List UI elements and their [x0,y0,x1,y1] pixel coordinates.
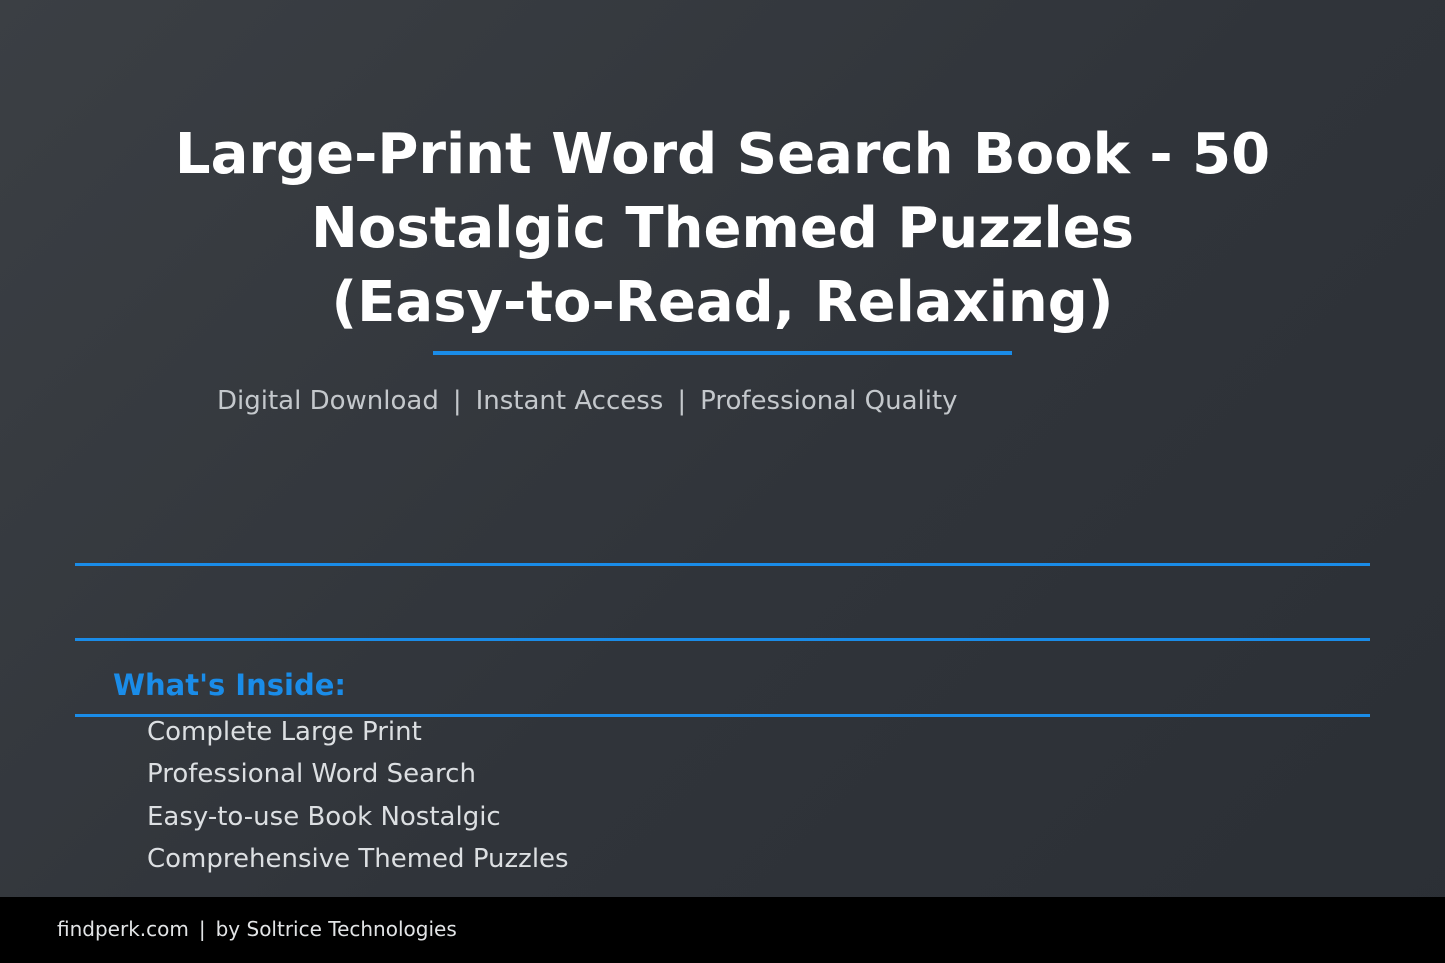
divider-line-top [75,563,1370,566]
tagline-separator: | [677,386,687,416]
tagline-separator: | [452,386,462,416]
feature-list-item: Easy-to-use Book Nostalgic [147,801,501,832]
feature-list-item: Comprehensive Themed Puzzles [147,843,569,874]
tagline-digital-download: Digital Download [217,386,439,416]
footer-site-name: findperk.com [57,917,189,941]
page-title-line-2: Nostalgic Themed Puzzles [311,196,1134,261]
footer-separator: | [198,917,206,941]
footer-credit: by Soltrice Technologies [215,917,457,941]
tagline-instant-access: Instant Access [475,386,664,416]
divider-line-middle [75,638,1370,641]
page-title-line-1: Large-Print Word Search Book - 50 [174,122,1271,187]
footer-text: findperk.com | by Soltrice Technologies [57,915,457,943]
title-underline [433,351,1012,355]
whats-inside-heading: What's Inside: [113,668,346,702]
page-title: Large-Print Word Search Book - 50 Nostal… [0,118,1445,340]
feature-list-item: Professional Word Search [147,759,476,790]
tagline-professional-quality: Professional Quality [700,386,958,416]
feature-list: Complete Large Print Professional Word S… [147,711,569,880]
subtitle-tagline: Digital Download | Instant Access | Professi… [217,383,958,419]
feature-list-item: Complete Large Print [147,717,422,747]
footer-bar: findperk.com | by Soltrice Technologies [0,897,1445,963]
page-title-line-3: (Easy-to-Read, Relaxing) [331,270,1114,335]
title-block: Large-Print Word Search Book - 50 Nostal… [0,118,1445,340]
